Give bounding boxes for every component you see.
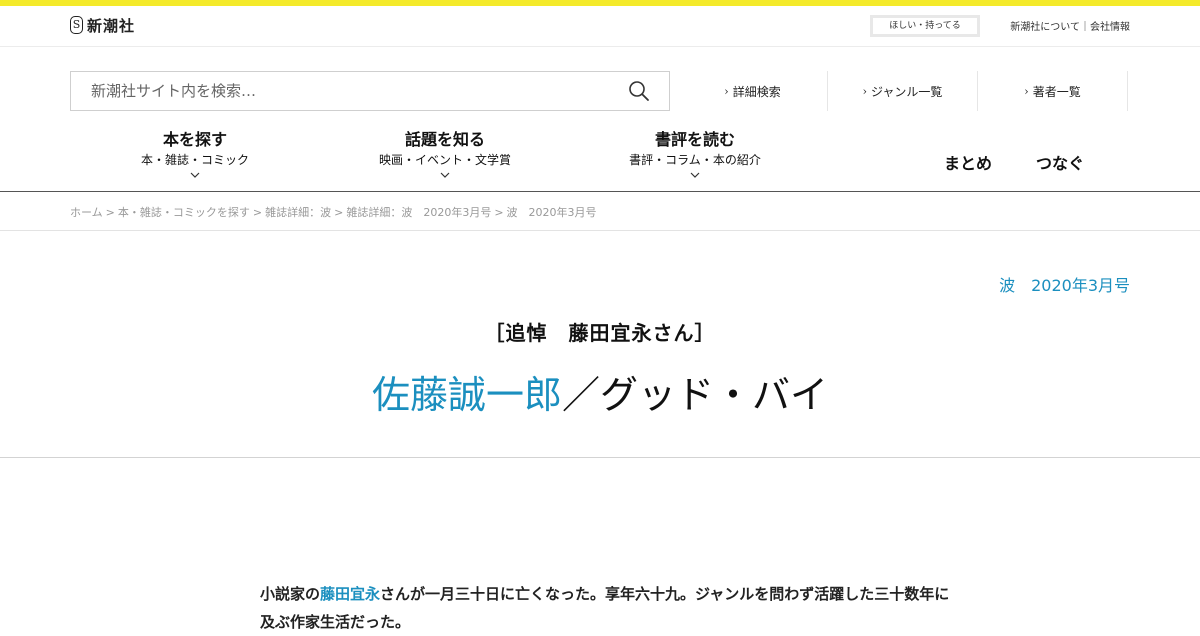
nav-sublabel: 本・雑誌・コミック xyxy=(140,153,249,167)
article-title-text: ／グッド・バイ xyxy=(562,373,829,417)
breadcrumb-home[interactable]: ホーム xyxy=(70,206,103,219)
article-header-divider xyxy=(0,457,1200,458)
quick-link-label: 著者一覧 xyxy=(1032,84,1081,99)
search-input[interactable] xyxy=(71,72,611,110)
article-body: 小説家の藤田宜永さんが一月三十日に亡くなった。享年六十九。ジャンルを問わず活躍し… xyxy=(260,585,950,631)
nav-label: 本を探す xyxy=(162,130,227,149)
chevron-right-icon: › xyxy=(1024,84,1029,98)
chevron-down-icon xyxy=(690,172,700,178)
nav-divider xyxy=(0,191,1200,192)
wishlist-button[interactable]: ほしい・持ってる xyxy=(870,15,980,37)
breadcrumb-current: 波 2020年3月号 xyxy=(506,206,597,219)
issue-label[interactable]: 波 2020年3月号 xyxy=(999,272,1130,296)
nav-reviews[interactable]: 書評を読む 書評・コラム・本の紹介 xyxy=(605,130,785,180)
body-author-link[interactable]: 藤田宜永 xyxy=(320,585,380,603)
quick-link-authors[interactable]: › 著者一覧 xyxy=(978,71,1128,111)
nav-sublabel: 映画・イベント・文学賞 xyxy=(378,153,511,167)
breadcrumb: ホーム > 本・雑誌・コミックを探す > 雑誌詳細：波 > 雑誌詳細：波 2020年3月号 >… xyxy=(70,206,597,219)
nav-sublabel: 書評・コラム・本の紹介 xyxy=(629,153,761,167)
chevron-right-icon: › xyxy=(724,84,729,98)
chevron-right-icon: › xyxy=(862,84,867,98)
search-icon[interactable] xyxy=(627,79,651,103)
nav-label: 話題を知る xyxy=(404,130,485,149)
article-category: ［追悼 藤田宜永さん］ xyxy=(484,321,716,345)
about-company-link[interactable]: 新潮社について｜会社情報 xyxy=(1010,18,1130,33)
top-accent-bar xyxy=(0,0,1200,6)
logo-text: 新潮社 xyxy=(87,16,136,35)
nav-topics[interactable]: 話題を知る 映画・イベント・文学賞 xyxy=(355,130,535,180)
quick-link-advanced-search[interactable]: › 詳細検索 xyxy=(678,71,828,111)
quick-link-label: ジャンル一覧 xyxy=(871,84,943,99)
nav-label: 書評を読む xyxy=(654,130,735,149)
nav-connect[interactable]: つなぐ xyxy=(1036,150,1084,174)
article-title: 佐藤誠一郎／グッド・バイ xyxy=(0,364,1200,419)
nav-summary[interactable]: まとめ xyxy=(944,150,992,174)
chevron-down-icon xyxy=(440,172,450,178)
chevron-down-icon xyxy=(190,172,200,178)
search-form xyxy=(70,71,670,111)
nav-find-books[interactable]: 本を探す 本・雑誌・コミック xyxy=(115,130,275,180)
shinchosha-logo[interactable]: S 新潮社 xyxy=(70,15,135,35)
quick-link-genres[interactable]: › ジャンル一覧 xyxy=(828,71,978,111)
logo-mark: S xyxy=(70,16,83,34)
breadcrumb-divider xyxy=(0,230,1200,231)
header-divider xyxy=(0,46,1200,47)
breadcrumb-magazine[interactable]: 雑誌詳細：波 xyxy=(265,206,331,219)
author-link[interactable]: 佐藤誠一郎 xyxy=(372,373,562,417)
breadcrumb-books[interactable]: 本・雑誌・コミックを探す xyxy=(118,206,250,219)
breadcrumb-magazine-issue[interactable]: 雑誌詳細：波 2020年3月号 xyxy=(346,206,491,219)
quick-links: › 詳細検索 › ジャンル一覧 › 著者一覧 xyxy=(678,71,1128,111)
quick-link-label: 詳細検索 xyxy=(732,84,781,99)
